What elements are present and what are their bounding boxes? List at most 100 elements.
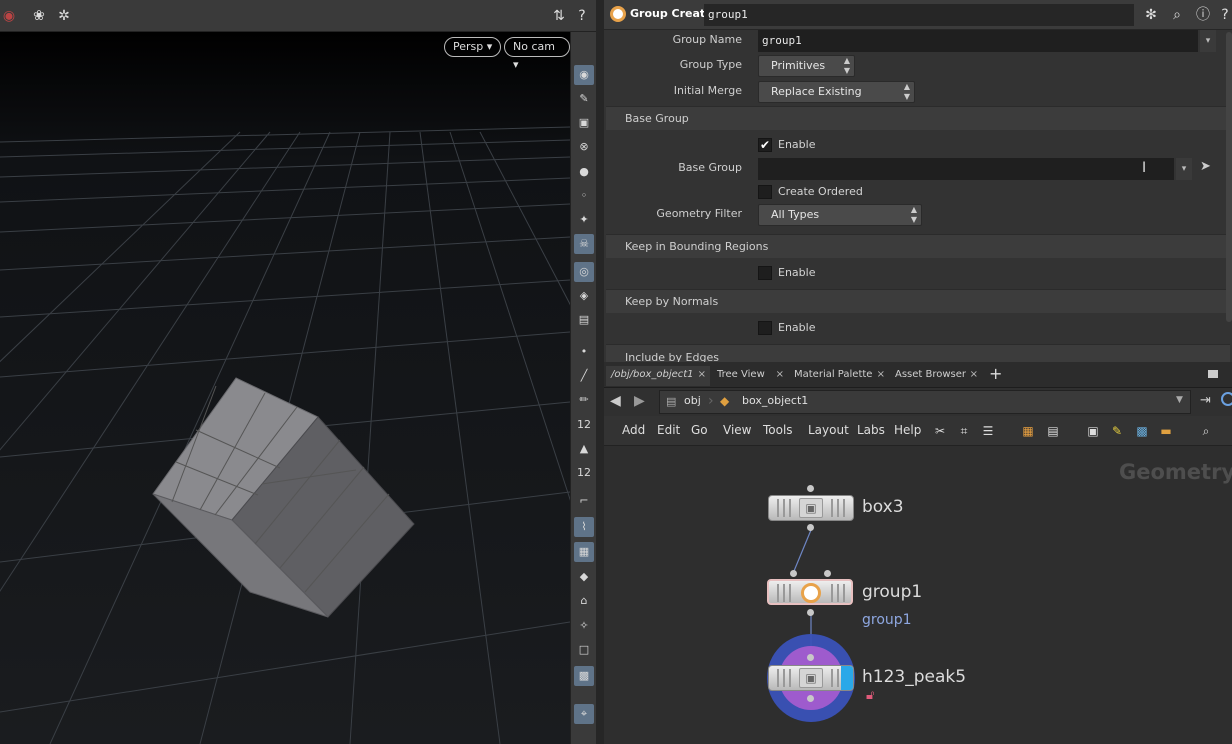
light-icon[interactable]: ◦	[574, 186, 594, 206]
paint-icon[interactable]: ▲	[574, 439, 594, 459]
unlock-icon[interactable]: 🔓︎	[866, 688, 874, 703]
pane-splitter[interactable]	[596, 0, 604, 744]
settings-icon[interactable]: ✲	[55, 7, 73, 25]
tree-icon[interactable]: ⌗	[956, 423, 972, 439]
breadcrumb-obj[interactable]: obj	[684, 394, 701, 407]
close-icon[interactable]: ×	[970, 366, 978, 384]
node-input-dot[interactable]	[807, 485, 814, 492]
node-group1[interactable]	[767, 579, 853, 605]
palette-icon[interactable]: ▦	[1020, 423, 1036, 439]
tab-tree-view[interactable]: Tree View ×	[712, 366, 788, 386]
grid-icon[interactable]: ▦	[574, 542, 594, 562]
base-group-folder[interactable]: Base Group	[606, 106, 1230, 130]
display-flag[interactable]	[841, 666, 853, 690]
create-ordered-checkbox[interactable]	[758, 185, 772, 199]
select-arrow-icon[interactable]: ➤	[1200, 159, 1211, 174]
menu-layout[interactable]: Layout	[808, 423, 849, 437]
link-icon[interactable]	[1221, 392, 1232, 406]
parameter-scrollbar[interactable]	[1226, 32, 1232, 322]
base-group-enable-checkbox[interactable]: ✔	[758, 138, 772, 152]
include-edges-folder[interactable]: Include by Edges	[606, 344, 1230, 362]
edge-icon[interactable]: ╱	[574, 366, 594, 386]
info-icon[interactable]: ⓘ	[1194, 6, 1212, 24]
lock-icon[interactable]: ▣	[574, 113, 594, 133]
node-output-dot[interactable]	[807, 524, 814, 531]
pen-icon[interactable]: ✏	[574, 390, 594, 410]
base-group-field[interactable]	[758, 158, 1174, 180]
image-icon[interactable]: ▩	[574, 666, 594, 686]
gear-icon[interactable]: ✻	[1142, 6, 1160, 24]
bulb-icon[interactable]: ✦	[574, 210, 594, 230]
image-icon[interactable]: ▩	[1134, 423, 1150, 439]
tab-asset-browser[interactable]: Asset Browser ×	[890, 366, 982, 386]
twelve-icon[interactable]: 12	[574, 415, 594, 435]
node-output-dot[interactable]	[807, 609, 814, 616]
keep-normals-enable-checkbox[interactable]	[758, 321, 772, 335]
menu-go[interactable]: Go	[691, 423, 708, 437]
3d-viewport[interactable]: Persp ▾ No cam ▾	[0, 32, 570, 744]
close-icon[interactable]: ×	[698, 366, 706, 384]
twelve-alt-icon[interactable]: 12	[574, 463, 594, 483]
breadcrumb-box-object[interactable]: box_object1	[742, 394, 808, 407]
camera-menu[interactable]: No cam ▾	[504, 37, 570, 71]
pin-icon[interactable]: ⇥	[1200, 393, 1211, 408]
shading-icon[interactable]: ◎	[574, 262, 594, 282]
keep-normals-folder[interactable]: Keep by Normals	[606, 289, 1230, 313]
menu-edit[interactable]: Edit	[657, 423, 680, 437]
menu-labs[interactable]: Labs	[857, 423, 885, 437]
camera-icon[interactable]: ◈	[574, 286, 594, 306]
group-name-dropdown[interactable]: ▾	[1200, 30, 1216, 52]
keep-bounding-enable-checkbox[interactable]	[758, 266, 772, 280]
tab-material-palette[interactable]: Material Palette ×	[789, 366, 889, 386]
box-icon[interactable]: □	[574, 640, 594, 660]
point-icon[interactable]: •	[574, 342, 594, 362]
box-icon[interactable]: ▬	[1158, 423, 1174, 439]
pin-icon[interactable]: ⌖	[574, 704, 594, 724]
initial-merge-menu[interactable]: Replace Existing ▲ ▼	[758, 81, 915, 103]
close-icon[interactable]: ×	[776, 366, 784, 384]
tab-obj-path[interactable]: /obj/box_object1 ×	[606, 366, 710, 386]
back-arrow-icon[interactable]: ◀	[610, 393, 621, 409]
mesh-icon[interactable]: ⌂	[574, 591, 594, 611]
help-icon[interactable]: ?	[573, 7, 591, 25]
maximize-icon[interactable]	[1208, 370, 1218, 378]
chevron-down-icon[interactable]: ▼	[1176, 395, 1183, 405]
geometry-filter-menu[interactable]: All Types ▲ ▼	[758, 204, 922, 226]
node-input-dot[interactable]	[790, 570, 797, 577]
base-group-dropdown[interactable]: ▾	[1176, 158, 1192, 180]
note-icon[interactable]: ✎	[1109, 423, 1125, 439]
visibility-icon[interactable]: ◉	[574, 65, 594, 85]
keep-bounding-folder[interactable]: Keep in Bounding Regions	[606, 234, 1230, 258]
cross-icon[interactable]: ⊗	[574, 137, 594, 157]
menu-view[interactable]: View	[723, 423, 751, 437]
node-output-dot[interactable]	[807, 695, 814, 702]
menu-add[interactable]: Add	[622, 423, 645, 437]
forward-arrow-icon[interactable]: ▶	[634, 393, 645, 409]
menu-tools[interactable]: Tools	[763, 423, 793, 437]
layout-icon[interactable]: ⇅	[550, 7, 568, 25]
layer-icon[interactable]: ◆	[574, 567, 594, 587]
node-input-dot[interactable]	[807, 654, 814, 661]
sphere-icon[interactable]: ●	[574, 162, 594, 182]
wrench-icon[interactable]: ✂	[932, 423, 948, 439]
group-type-menu[interactable]: Primitives ▲ ▼	[758, 55, 855, 77]
table-icon[interactable]: ▣	[1085, 423, 1101, 439]
search-icon[interactable]: ⌕	[1168, 6, 1186, 24]
skull-icon[interactable]: ☠	[574, 234, 594, 254]
list-icon[interactable]: ☰	[980, 423, 996, 439]
search-icon[interactable]: ⌕	[1198, 423, 1214, 439]
grid-view-icon[interactable]: ▤	[1045, 423, 1061, 439]
network-canvas[interactable]: Geometry ▣ box3 group1 group1 ▣ h123_pea…	[604, 446, 1232, 744]
snap-icon[interactable]: ✎	[574, 89, 594, 109]
group-name-field[interactable]: group1	[758, 30, 1198, 52]
node-box3[interactable]: ▣	[768, 495, 854, 521]
menu-help[interactable]: Help	[894, 423, 921, 437]
help-icon[interactable]: ?	[1216, 6, 1232, 24]
sculpt-icon[interactable]: ⌇	[574, 517, 594, 537]
render-icon[interactable]: ▤	[574, 310, 594, 330]
add-tab-icon[interactable]: +	[989, 364, 1002, 383]
display-options-icon[interactable]: ❀	[30, 7, 48, 25]
node-h123-peak5[interactable]: ▣	[768, 665, 854, 691]
close-icon[interactable]: ×	[877, 366, 885, 384]
record-icon[interactable]: ◉	[0, 7, 18, 25]
